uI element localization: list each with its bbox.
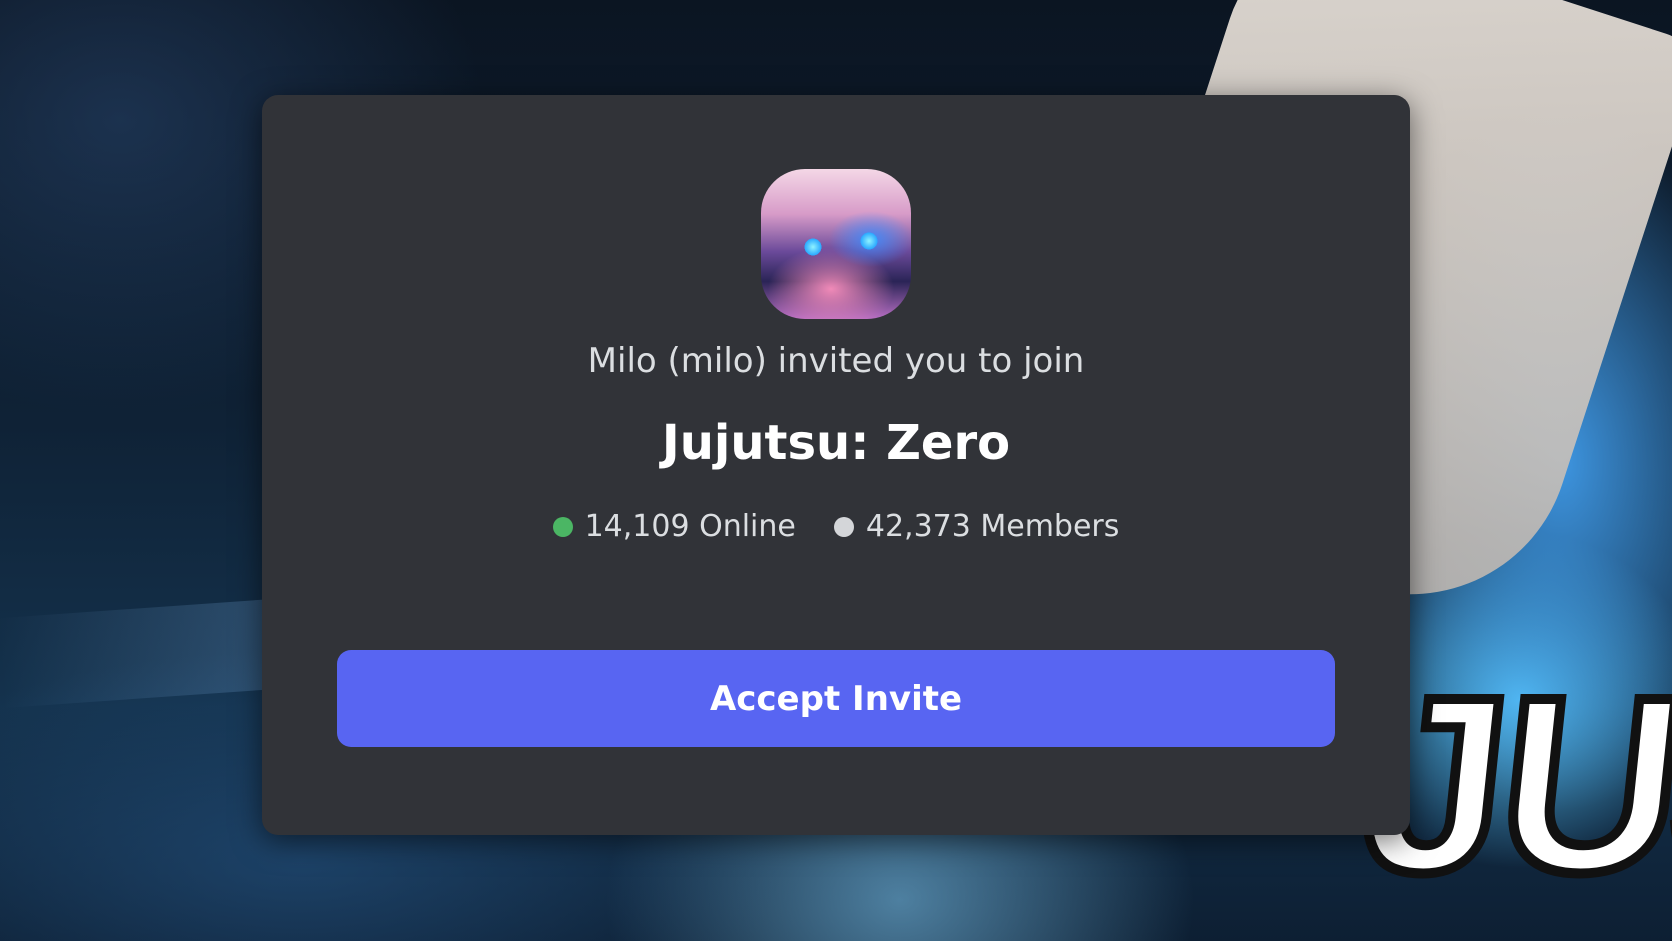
accept-invite-button[interactable]: Accept Invite — [337, 650, 1335, 747]
server-stats: 14,109 Online 42,373 Members — [262, 507, 1410, 547]
online-stat: 14,109 Online — [552, 507, 796, 547]
online-dot-icon — [552, 517, 573, 537]
members-dot-icon — [833, 517, 854, 537]
invite-modal: Milo (milo) invited you to join Jujutsu:… — [262, 95, 1410, 835]
members-stat: 42,373 Members — [833, 507, 1120, 547]
server-name: Jujutsu: Zero — [661, 415, 1011, 471]
server-avatar-icon — [761, 169, 911, 319]
invite-message: Milo (milo) invited you to join — [587, 341, 1085, 381]
online-count: 14,109 Online — [584, 509, 796, 544]
member-count: 42,373 Members — [865, 509, 1120, 544]
